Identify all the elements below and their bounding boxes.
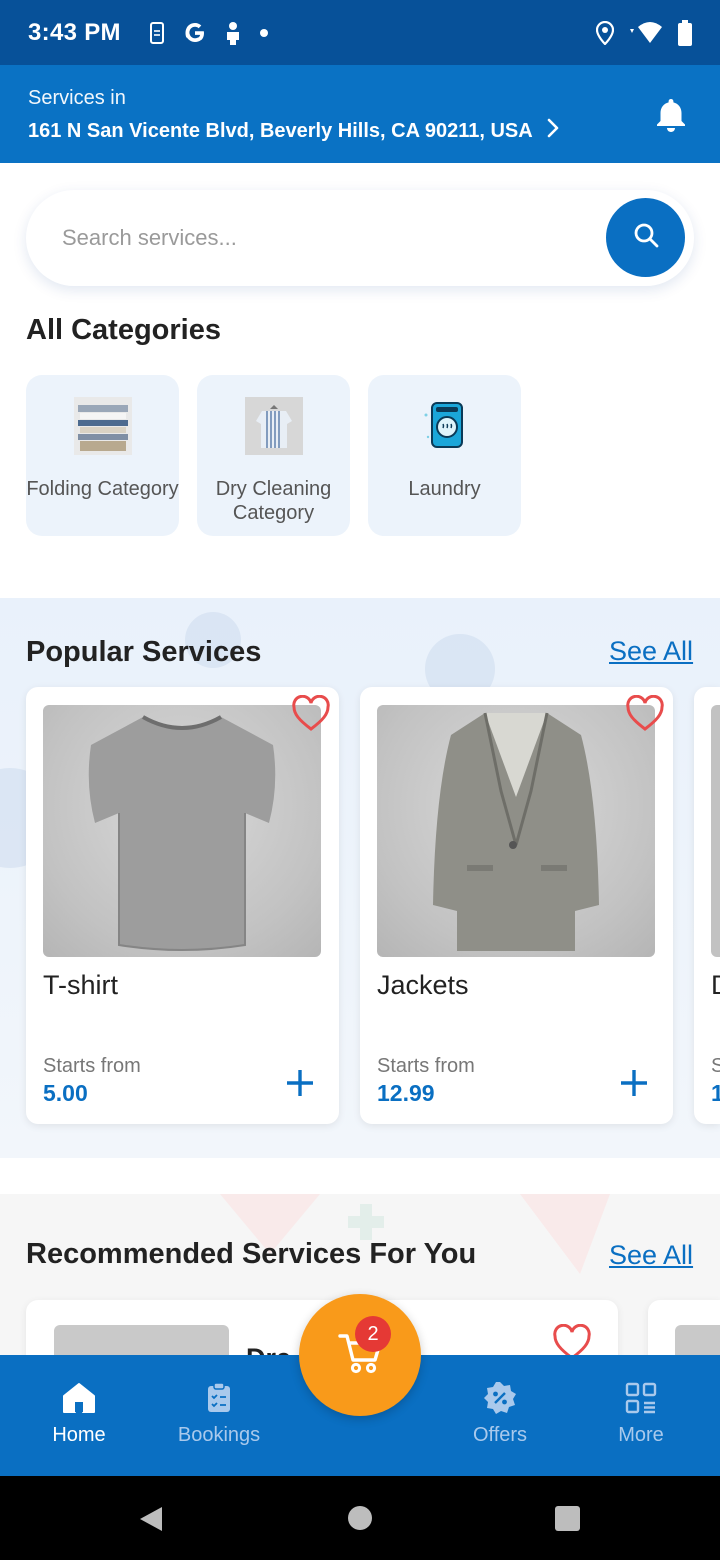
partial-image <box>711 705 720 957</box>
nav-home[interactable]: Home <box>9 1380 149 1447</box>
categories-list: Folding Category Dry Cleaning Category L… <box>26 375 521 536</box>
category-label: Folding Category <box>26 478 179 500</box>
nav-more[interactable]: More <box>571 1380 711 1447</box>
service-name: D <box>711 970 720 1001</box>
nav-bookings[interactable]: Bookings <box>149 1380 289 1447</box>
heart-icon[interactable] <box>625 694 665 733</box>
tshirt-image <box>43 705 321 957</box>
category-laundry[interactable]: Laundry <box>368 375 521 536</box>
google-g-icon <box>183 21 207 45</box>
service-name: T-shirt <box>43 970 119 1000</box>
nav-label: More <box>618 1424 664 1446</box>
nav-offers[interactable]: Offers <box>430 1380 570 1447</box>
person-icon <box>225 21 241 45</box>
status-time: 3:43 PM <box>28 18 121 46</box>
clipboard-icon <box>206 1380 232 1416</box>
status-bar: 3:43 PM <box>0 0 720 65</box>
category-label: Laundry <box>408 478 481 500</box>
back-icon[interactable] <box>138 1505 164 1538</box>
bell-icon[interactable] <box>654 97 688 138</box>
service-card-partial[interactable]: D S 1 <box>694 687 720 1124</box>
service-card-jackets[interactable]: Jackets Starts from 12.99 <box>360 687 673 1124</box>
popular-services-title: Popular Services <box>26 636 262 668</box>
services-in-label: Services in <box>28 87 126 109</box>
search-input[interactable] <box>62 225 582 251</box>
heart-icon[interactable] <box>291 694 331 733</box>
address-selector[interactable]: 161 N San Vicente Blvd, Beverly Hills, C… <box>28 118 692 144</box>
phone-notification-icon <box>149 21 165 44</box>
category-dry-cleaning[interactable]: Dry Cleaning Category <box>197 375 350 536</box>
cart-button[interactable]: 2 <box>299 1294 421 1416</box>
cart-count-badge: 2 <box>355 1316 391 1352</box>
hanging-shirt-image <box>244 397 303 455</box>
jacket-image <box>377 705 655 957</box>
recommended-see-all-link[interactable]: See All <box>609 1240 693 1271</box>
starts-from-label: Starts from <box>377 1055 475 1077</box>
service-price: 12.99 <box>377 1080 435 1106</box>
add-icon[interactable] <box>285 1068 315 1098</box>
home-icon <box>62 1380 96 1416</box>
battery-icon <box>678 19 692 46</box>
recents-icon[interactable] <box>555 1506 580 1536</box>
search-bar <box>26 190 694 286</box>
dot-icon <box>259 28 269 38</box>
address-text: 161 N San Vicente Blvd, Beverly Hills, C… <box>28 119 533 142</box>
service-card-tshirt[interactable]: T-shirt Starts from 5.00 <box>26 687 339 1124</box>
folded-clothes-image <box>73 397 132 455</box>
washing-machine-icon <box>416 397 474 455</box>
nav-label: Bookings <box>177 1424 261 1446</box>
service-price: 5.00 <box>43 1080 88 1106</box>
grid-more-icon <box>625 1380 657 1416</box>
location-header[interactable]: Services in 161 N San Vicente Blvd, Beve… <box>0 65 720 163</box>
category-folding[interactable]: Folding Category <box>26 375 179 536</box>
home-circle-icon[interactable] <box>347 1505 373 1536</box>
service-name: Jackets <box>377 970 469 1000</box>
popular-see-all-link[interactable]: See All <box>609 636 693 667</box>
starts-from-label: Starts from <box>43 1055 141 1077</box>
categories-title: All Categories <box>26 314 221 346</box>
system-navigation-bar <box>0 1476 720 1560</box>
service-price: 1 <box>711 1080 720 1106</box>
category-label: Dry Cleaning Category <box>215 478 332 524</box>
discount-badge-icon <box>483 1380 517 1416</box>
search-icon <box>632 221 660 254</box>
add-icon[interactable] <box>619 1068 649 1098</box>
search-button[interactable] <box>606 198 685 277</box>
nav-label: Offers <box>472 1424 528 1446</box>
status-icons-right <box>596 19 692 46</box>
chevron-right-icon <box>547 118 559 144</box>
recommended-title: Recommended Services For You <box>26 1238 477 1270</box>
nav-label: Home <box>52 1424 106 1446</box>
starts-from-label: S <box>711 1055 720 1077</box>
location-icon <box>596 20 614 45</box>
status-icons-left <box>149 21 269 45</box>
wifi-icon <box>628 21 664 45</box>
